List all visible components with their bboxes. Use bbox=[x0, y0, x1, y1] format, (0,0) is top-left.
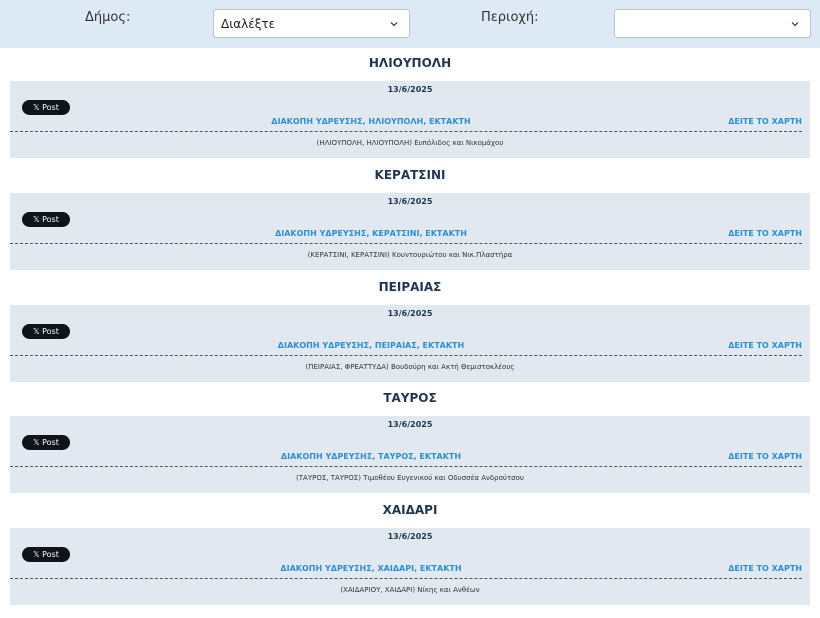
dashed-divider bbox=[10, 131, 802, 132]
outage-date: 13/6/2025 bbox=[387, 309, 433, 318]
outage-detail: (ΤΑΥΡΟΣ, ΤΑΥΡΟΣ) Τιμοθέου Ευγενικού και … bbox=[296, 474, 524, 482]
outage-date: 13/6/2025 bbox=[387, 532, 433, 541]
see-map-link[interactable]: ΔΕΙΤΕ ΤΟ ΧΑΡΤΗ bbox=[728, 341, 802, 350]
dashed-divider bbox=[10, 466, 802, 467]
outage-date: 13/6/2025 bbox=[387, 85, 433, 94]
chevron-down-icon bbox=[390, 22, 398, 27]
x-post-button[interactable]: 𝕏 Post bbox=[22, 212, 70, 227]
chevron-down-icon bbox=[791, 22, 799, 27]
region-title: ΚΕΡΑΤΣΙΝΙ bbox=[374, 168, 446, 182]
area-label: Περιοχή: bbox=[481, 10, 539, 25]
see-map-link[interactable]: ΔΕΙΤΕ ΤΟ ΧΑΡΤΗ bbox=[728, 117, 802, 126]
outage-headline-link[interactable]: ΔΙΑΚΟΠΗ ΥΔΡΕΥΣΗΣ, ΧΑΙΔΑΡΙ, ΕΚΤΑΚΤΗ bbox=[10, 564, 732, 573]
municipality-select-value: Διαλέξτε bbox=[221, 17, 276, 31]
filter-bar: Δήμος: Διαλέξτε Περιοχή: bbox=[0, 0, 820, 48]
outage-detail: (ΠΕΙΡΑΙΑΣ, ΦΡΕΑΤΤΥΔΑ) Βουδούρη και Ακτή … bbox=[305, 363, 515, 371]
outage-card: 13/6/2025 𝕏 Post ΔΙΑΚΟΠΗ ΥΔΡΕΥΣΗΣ, ΚΕΡΑΤ… bbox=[10, 193, 810, 270]
region-title: ΧΑΙΔΑΡΙ bbox=[382, 503, 438, 517]
region-title: ΠΕΙΡΑΙΑΣ bbox=[378, 280, 442, 294]
dashed-divider bbox=[10, 578, 802, 579]
outage-card: 13/6/2025 𝕏 Post ΔΙΑΚΟΠΗ ΥΔΡΕΥΣΗΣ, ΤΑΥΡΟ… bbox=[10, 416, 810, 493]
see-map-link[interactable]: ΔΕΙΤΕ ΤΟ ΧΑΡΤΗ bbox=[728, 229, 802, 238]
dashed-divider bbox=[10, 243, 802, 244]
municipality-label: Δήμος: bbox=[85, 10, 131, 25]
outage-card: 13/6/2025 𝕏 Post ΔΙΑΚΟΠΗ ΥΔΡΕΥΣΗΣ, ΧΑΙΔΑ… bbox=[10, 528, 810, 605]
outage-headline-link[interactable]: ΔΙΑΚΟΠΗ ΥΔΡΕΥΣΗΣ, ΚΕΡΑΤΣΙΝΙ, ΕΚΤΑΚΤΗ bbox=[10, 229, 732, 238]
region-title: ΤΑΥΡΟΣ bbox=[383, 391, 437, 405]
outage-headline-link[interactable]: ΔΙΑΚΟΠΗ ΥΔΡΕΥΣΗΣ, ΗΛΙΟΥΠΟΛΗ, ΕΚΤΑΚΤΗ bbox=[10, 117, 732, 126]
outage-detail: (ΗΛΙΟΥΠΟΛΗ, ΗΛΙΟΥΠΟΛΗ) Ευπόλιδος και Νικ… bbox=[316, 139, 504, 147]
outage-card: 13/6/2025 𝕏 Post ΔΙΑΚΟΠΗ ΥΔΡΕΥΣΗΣ, ΗΛΙΟΥ… bbox=[10, 81, 810, 158]
outage-headline-link[interactable]: ΔΙΑΚΟΠΗ ΥΔΡΕΥΣΗΣ, ΠΕΙΡΑΙΑΣ, ΕΚΤΑΚΤΗ bbox=[10, 341, 732, 350]
region-title: ΗΛΙΟΥΠΟΛΗ bbox=[368, 56, 452, 70]
municipality-select[interactable]: Διαλέξτε bbox=[213, 9, 410, 38]
outage-date: 13/6/2025 bbox=[387, 197, 433, 206]
area-select[interactable] bbox=[614, 9, 811, 38]
x-post-button[interactable]: 𝕏 Post bbox=[22, 547, 70, 562]
x-post-button[interactable]: 𝕏 Post bbox=[22, 100, 70, 115]
see-map-link[interactable]: ΔΕΙΤΕ ΤΟ ΧΑΡΤΗ bbox=[728, 452, 802, 461]
outage-detail: (ΧΑΙΔΑΡΙΟΥ, ΧΑΙΔΑΡΙ) Νίκης και Ανθέων bbox=[340, 586, 480, 594]
see-map-link[interactable]: ΔΕΙΤΕ ΤΟ ΧΑΡΤΗ bbox=[728, 564, 802, 573]
outage-detail: (ΚΕΡΑΤΣΙΝΙ, ΚΕΡΑΤΣΙΝΙ) Κουντουριώτου και… bbox=[307, 251, 513, 259]
dashed-divider bbox=[10, 355, 802, 356]
outage-date: 13/6/2025 bbox=[387, 420, 433, 429]
x-post-button[interactable]: 𝕏 Post bbox=[22, 435, 70, 450]
outage-card: 13/6/2025 𝕏 Post ΔΙΑΚΟΠΗ ΥΔΡΕΥΣΗΣ, ΠΕΙΡΑ… bbox=[10, 305, 810, 382]
outage-headline-link[interactable]: ΔΙΑΚΟΠΗ ΥΔΡΕΥΣΗΣ, ΤΑΥΡΟΣ, ΕΚΤΑΚΤΗ bbox=[10, 452, 732, 461]
x-post-button[interactable]: 𝕏 Post bbox=[22, 324, 70, 339]
